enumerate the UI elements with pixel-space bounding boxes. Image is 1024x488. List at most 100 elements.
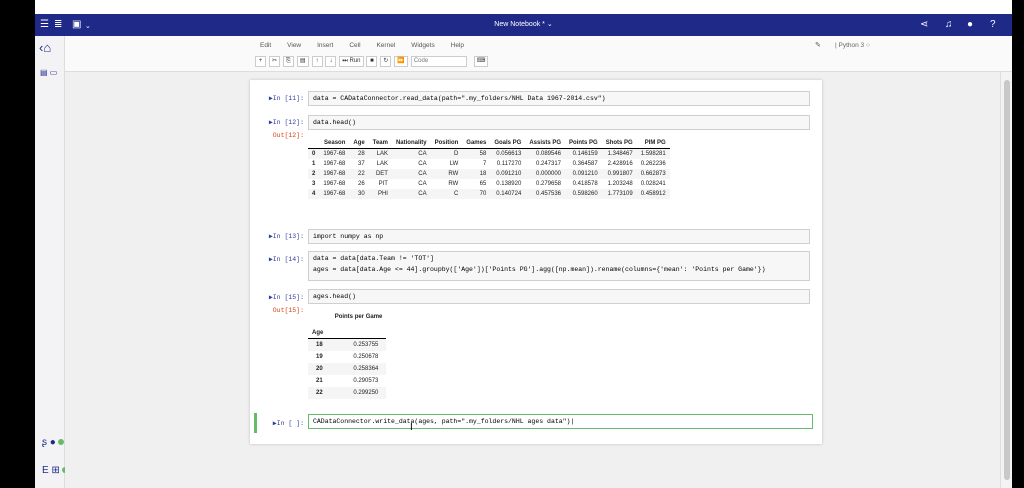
table-cell: 70 bbox=[479, 191, 487, 197]
table-cell: 0.247317 bbox=[535, 161, 562, 167]
files-icon[interactable]: ▤ ▭ bbox=[40, 68, 57, 77]
notebook-area: ▶In [11]: data = CADataConnector.read_da… bbox=[65, 72, 1000, 488]
menu-widgets[interactable]: Widgets bbox=[411, 42, 434, 49]
code-cell[interactable]: data = CADataConnector.read_data(path=".… bbox=[308, 91, 810, 106]
table-cell: 1.773109 bbox=[607, 191, 633, 197]
table-cell: 1967-68 bbox=[323, 181, 346, 187]
row-index: 19 bbox=[316, 354, 323, 360]
share-icon[interactable]: ⋖ bbox=[920, 19, 928, 31]
table-cell: RW bbox=[448, 171, 459, 177]
table-cell: 0.458912 bbox=[640, 191, 666, 197]
table-cell: 0.146159 bbox=[572, 151, 598, 157]
restart-button[interactable]: ↻ bbox=[380, 56, 392, 67]
user-icon[interactable]: ● bbox=[967, 19, 973, 31]
move-down-button[interactable]: ↓ bbox=[325, 56, 337, 67]
left-margin bbox=[0, 0, 35, 488]
table-cell: D bbox=[453, 151, 459, 157]
help-icon[interactable]: ? bbox=[990, 19, 996, 31]
menu-area: Edit View Insert Cell Kernel Widgets Hel… bbox=[65, 36, 1012, 72]
keyboard-icon[interactable]: ⌨ bbox=[473, 56, 489, 67]
cell-type-select[interactable]: Code bbox=[410, 56, 467, 67]
table-cell: 1967-68 bbox=[323, 171, 346, 177]
table-cell: C bbox=[453, 191, 459, 197]
cut-button[interactable]: ✂ bbox=[268, 56, 280, 67]
kernel-indicator: | Python 3 ○ bbox=[835, 42, 870, 49]
row-index: 4 bbox=[312, 191, 316, 197]
code-cell[interactable]: data = data[data.Team != 'TOT'] ages = da… bbox=[308, 251, 810, 281]
table-cell: LAK bbox=[376, 151, 388, 157]
menu-insert[interactable]: Insert bbox=[317, 42, 333, 49]
table-cell: 0.991807 bbox=[607, 171, 633, 177]
table-cell: CA bbox=[418, 181, 427, 187]
scrollbar-thumb[interactable] bbox=[1004, 80, 1010, 480]
table-cell: 1967-68 bbox=[323, 191, 346, 197]
table-row: 1 1967-68 37 LAK CA LW 7 0.117270 0.247317 0.3645… bbox=[308, 159, 670, 169]
add-icon[interactable]: E ⊞ bbox=[42, 465, 68, 476]
table-row: 22 0.299250 bbox=[308, 387, 387, 399]
text-cursor-icon: I bbox=[410, 422, 413, 433]
table-row: 0 1967-68 28 LAK CA D 58 0.056613 0.089546 0.1461… bbox=[308, 148, 670, 159]
move-up-button[interactable]: ↑ bbox=[311, 56, 323, 67]
table-cell: 7 bbox=[482, 161, 487, 167]
menu-kernel[interactable]: Kernel bbox=[376, 42, 395, 49]
scrollbar[interactable] bbox=[1000, 72, 1012, 488]
table-cell: 0.000000 bbox=[535, 171, 562, 177]
table-cell: 0.250678 bbox=[353, 354, 379, 360]
column-header: Age bbox=[349, 138, 369, 149]
table-cell: CA bbox=[418, 191, 427, 197]
cell-prompt: ▶In [12]: bbox=[268, 119, 304, 126]
table-cell: CA bbox=[418, 171, 427, 177]
menu-view[interactable]: View bbox=[287, 42, 301, 49]
table-cell: 0.089546 bbox=[535, 151, 562, 157]
bell-icon[interactable]: ♫ bbox=[945, 19, 953, 31]
code-cell-active[interactable]: CADataConnector.write_data(ages, path=".… bbox=[308, 414, 813, 429]
run-button[interactable]: ⏭ Run bbox=[339, 56, 364, 67]
table-cell: 1.203248 bbox=[607, 181, 633, 187]
code-cell[interactable]: import numpy as np bbox=[308, 229, 810, 244]
column-header: Shots PG bbox=[601, 138, 637, 149]
home-icon[interactable]: ‹⌂ bbox=[39, 40, 51, 55]
top-bar: ☰ ≣ ▣ ⌄ New Notebook * ⌄ ⋖ ♫ ● ? bbox=[35, 14, 1012, 36]
menu-edit[interactable]: Edit bbox=[260, 42, 271, 49]
copy-button[interactable]: ⎘ bbox=[282, 56, 294, 67]
table-cell: 1.348467 bbox=[607, 151, 633, 157]
cell-prompt: ▶In [13]: bbox=[268, 233, 304, 240]
table-cell: 0.598260 bbox=[572, 191, 598, 197]
row-index: 1 bbox=[312, 161, 316, 167]
cell-prompt: ▶In [11]: bbox=[268, 95, 304, 102]
menu-cell[interactable]: Cell bbox=[349, 42, 360, 49]
table-row: 21 0.290573 bbox=[308, 375, 386, 387]
restart-run-all-button[interactable]: ⏩ bbox=[394, 56, 408, 67]
left-rail: ‹⌂ ▤ ▭ bbox=[35, 36, 65, 488]
notebook-title[interactable]: New Notebook * ⌄ bbox=[35, 20, 1012, 28]
table-cell: 0.091210 bbox=[572, 171, 598, 177]
add-cell-button[interactable]: + bbox=[255, 56, 266, 67]
table-cell: 0.662873 bbox=[640, 171, 666, 177]
table-cell: CA bbox=[418, 161, 427, 167]
dataframe-table: Points per Game Age 18 0.253755 19 0.250678… bbox=[308, 312, 387, 399]
paste-button[interactable]: ▤ bbox=[296, 56, 309, 67]
table-cell: RW bbox=[448, 181, 459, 187]
table-cell: 0.056613 bbox=[496, 151, 522, 157]
table-cell: 0.418578 bbox=[572, 181, 598, 187]
users-icon[interactable]: ʂ ● bbox=[42, 437, 64, 448]
table-cell: CA bbox=[418, 151, 427, 157]
column-header: Games bbox=[462, 138, 491, 149]
stop-button[interactable]: ■ bbox=[366, 56, 378, 67]
output-prompt: Out[12]: bbox=[272, 132, 304, 139]
code-cell[interactable]: ages.head() bbox=[308, 289, 810, 304]
table-cell: 0.457536 bbox=[535, 191, 562, 197]
table-cell: 58 bbox=[479, 151, 487, 157]
table-cell: 0.091210 bbox=[496, 171, 522, 177]
code-cell[interactable]: data.head() bbox=[308, 115, 810, 130]
table-cell: 0.138920 bbox=[496, 181, 522, 187]
menu-help[interactable]: Help bbox=[451, 42, 464, 49]
table-cell: 0.299250 bbox=[353, 390, 379, 396]
column-header bbox=[308, 138, 320, 149]
table-cell: 0.253755 bbox=[353, 342, 379, 348]
table-cell: 28 bbox=[358, 151, 365, 157]
table-row: 19 0.250678 bbox=[308, 351, 386, 363]
edit-pencil-icon[interactable]: ✎ bbox=[815, 41, 821, 49]
table-cell: 0.028241 bbox=[640, 181, 666, 187]
table-row: 2 1967-68 22 DET CA RW 18 0.091210 0.000000 0.091… bbox=[308, 169, 670, 179]
